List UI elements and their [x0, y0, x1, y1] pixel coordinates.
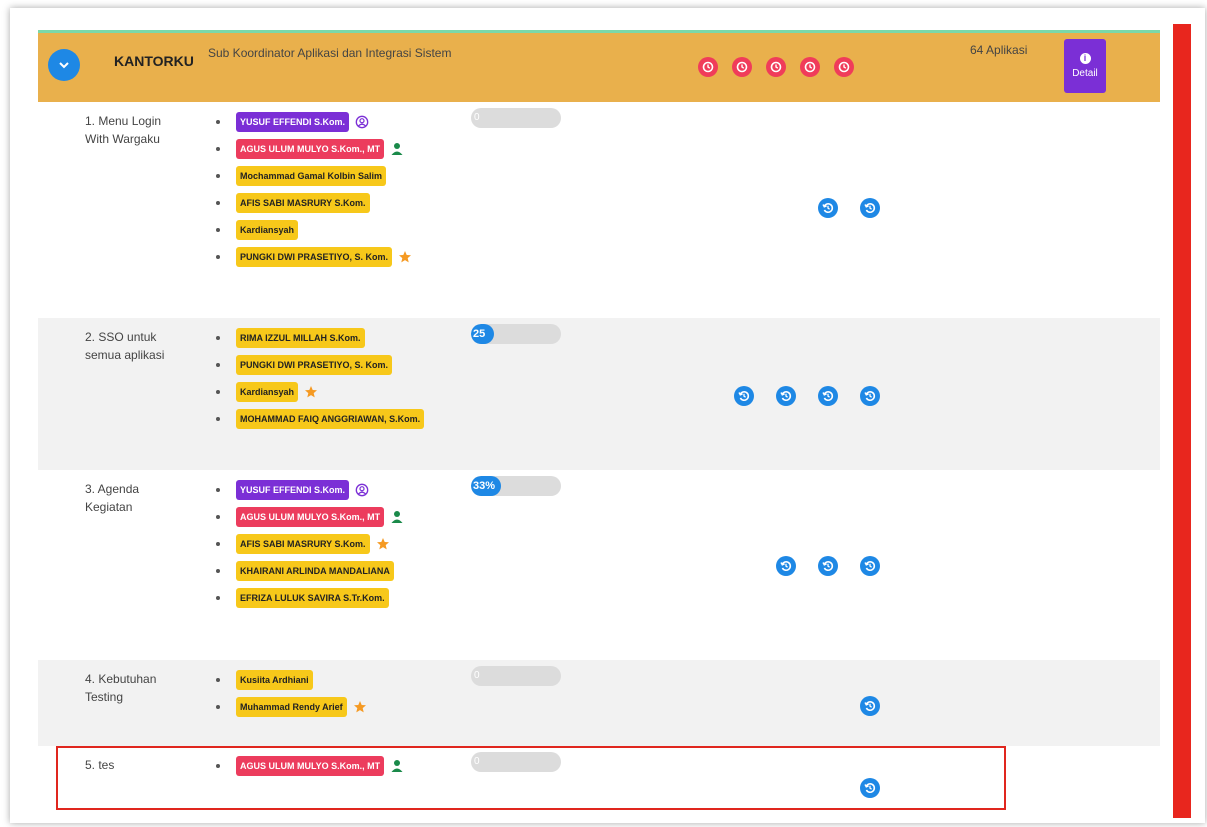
- task-row: 2. SSO untuk semua aplikasi RIMA IZZUL MI…: [38, 318, 1160, 470]
- user-icon: [390, 510, 404, 524]
- history-icon[interactable]: [860, 386, 880, 406]
- clock-icon[interactable]: [834, 57, 854, 77]
- member-tag[interactable]: AFIS SABI MASRURY S.Kom.: [236, 533, 370, 554]
- member-item: Mochammad Gamal Kolbin Salim: [216, 162, 412, 189]
- progress-label: 0: [474, 670, 480, 681]
- member-tag[interactable]: RIMA IZZUL MILLAH S.Kom.: [236, 327, 365, 348]
- star-icon: [304, 385, 318, 399]
- member-item: YUSUF EFFENDI S.Kom.: [216, 108, 412, 135]
- history-icon[interactable]: [776, 556, 796, 576]
- progress-bar: 0: [471, 108, 561, 128]
- user-circle-icon: [355, 115, 369, 129]
- progress-label: 0: [474, 112, 480, 123]
- member-tag[interactable]: EFRIZA LULUK SAVIRA S.Tr.Kom.: [236, 587, 389, 608]
- clock-icon[interactable]: [800, 57, 820, 77]
- member-item: Kardiansyah: [216, 378, 424, 405]
- star-icon: [398, 250, 412, 264]
- history-icon[interactable]: [734, 386, 754, 406]
- member-tag[interactable]: PUNGKI DWI PRASETIYO, S. Kom.: [236, 246, 393, 267]
- progress-fill: 33%: [471, 476, 501, 496]
- clock-icon[interactable]: [698, 57, 718, 77]
- member-tag[interactable]: AFIS SABI MASRURY S.Kom.: [236, 192, 370, 213]
- member-item: AFIS SABI MASRURY S.Kom.: [216, 189, 412, 216]
- member-item: PUNGKI DWI PRASETIYO, S. Kom.: [216, 351, 424, 378]
- member-item: RIMA IZZUL MILLAH S.Kom.: [216, 324, 424, 351]
- member-tag[interactable]: Kardiansyah: [236, 381, 299, 402]
- clock-icon[interactable]: [732, 57, 752, 77]
- member-item: AFIS SABI MASRURY S.Kom.: [216, 530, 404, 557]
- history-icon[interactable]: [776, 386, 796, 406]
- task-row: 1. Menu Login With Wargaku YUSUF EFFENDI …: [38, 102, 1160, 318]
- member-item: KHAIRANI ARLINDA MANDALIANA: [216, 557, 404, 584]
- task-row: 3. Agenda Kegiatan YUSUF EFFENDI S.Kom. AG…: [38, 470, 1160, 660]
- history-icon[interactable]: [860, 556, 880, 576]
- task-name: 4. Kebutuhan Testing: [85, 672, 157, 704]
- side-accent-bar: [1173, 24, 1191, 818]
- member-tag[interactable]: AGUS ULUM MULYO S.Kom., MT: [236, 506, 385, 527]
- member-list: Kusiita Ardhiani Muhammad Rendy Arief: [216, 666, 367, 720]
- member-tag[interactable]: Kusiita Ardhiani: [236, 669, 313, 690]
- unit-code: KANTORKU: [114, 53, 194, 69]
- member-tag[interactable]: YUSUF EFFENDI S.Kom.: [236, 111, 350, 132]
- member-tag[interactable]: PUNGKI DWI PRASETIYO, S. Kom.: [236, 354, 393, 375]
- highlight-box: [56, 746, 1006, 810]
- member-item: AGUS ULUM MULYO S.Kom., MT: [216, 503, 404, 530]
- star-icon: [353, 700, 367, 714]
- history-icon[interactable]: [818, 198, 838, 218]
- task-name: 2. SSO untuk semua aplikasi: [85, 330, 165, 362]
- task-name: 3. Agenda Kegiatan: [85, 482, 140, 514]
- progress-bar: 0: [471, 666, 561, 686]
- clock-icon[interactable]: [766, 57, 786, 77]
- progress-fill: 25: [471, 324, 494, 344]
- history-icons: [860, 696, 880, 716]
- member-item: PUNGKI DWI PRASETIYO, S. Kom.: [216, 243, 412, 270]
- star-icon: [376, 537, 390, 551]
- collapse-button[interactable]: [48, 49, 80, 81]
- progress-bar: 25: [471, 324, 561, 344]
- history-icon[interactable]: [818, 556, 838, 576]
- member-tag[interactable]: YUSUF EFFENDI S.Kom.: [236, 479, 350, 500]
- member-tag[interactable]: Kardiansyah: [236, 219, 299, 240]
- member-item: EFRIZA LULUK SAVIRA S.Tr.Kom.: [216, 584, 404, 611]
- member-tag[interactable]: MOHAMMAD FAIQ ANGGRIAWAN, S.Kom.: [236, 408, 425, 429]
- unit-name: Sub Koordinator Aplikasi dan Integrasi S…: [208, 46, 452, 60]
- unit-header: KANTORKU Sub Koordinator Aplikasi dan In…: [38, 30, 1160, 102]
- member-tag[interactable]: KHAIRANI ARLINDA MANDALIANA: [236, 560, 394, 581]
- member-list: RIMA IZZUL MILLAH S.Kom. PUNGKI DWI PRASE…: [216, 324, 425, 432]
- member-tag[interactable]: Mochammad Gamal Kolbin Salim: [236, 165, 387, 186]
- detail-label: Detail: [1072, 68, 1098, 79]
- history-icon[interactable]: [818, 386, 838, 406]
- chevron-down-icon: [59, 62, 69, 69]
- history-icons: [734, 386, 880, 406]
- task-row: 4. Kebutuhan Testing Kusiita Ardhiani Muha…: [38, 660, 1160, 746]
- history-icons: [818, 198, 880, 218]
- status-icons: [698, 57, 854, 77]
- member-item: AGUS ULUM MULYO S.Kom., MT: [216, 135, 412, 162]
- member-item: MOHAMMAD FAIQ ANGGRIAWAN, S.Kom.: [216, 405, 425, 432]
- member-item: Kusiita Ardhiani: [216, 666, 367, 693]
- member-item: Muhammad Rendy Arief: [216, 693, 367, 720]
- task-name: 1. Menu Login With Wargaku: [85, 114, 162, 146]
- info-icon: i: [1079, 53, 1091, 64]
- member-item: Kardiansyah: [216, 216, 412, 243]
- progress-bar: 33%: [471, 476, 561, 496]
- detail-button[interactable]: i Detail: [1064, 39, 1106, 93]
- member-list: YUSUF EFFENDI S.Kom. AGUS ULUM MULYO S.Ko…: [216, 108, 412, 270]
- member-list: YUSUF EFFENDI S.Kom. AGUS ULUM MULYO S.Ko…: [216, 476, 404, 611]
- app-count: 64 Aplikasi: [970, 43, 1028, 57]
- history-icons: [776, 556, 880, 576]
- user-icon: [390, 142, 404, 156]
- member-tag[interactable]: Muhammad Rendy Arief: [236, 696, 347, 717]
- member-tag[interactable]: AGUS ULUM MULYO S.Kom., MT: [236, 138, 385, 159]
- member-item: YUSUF EFFENDI S.Kom.: [216, 476, 404, 503]
- history-icon[interactable]: [860, 198, 880, 218]
- user-circle-icon: [355, 483, 369, 497]
- history-icon[interactable]: [860, 696, 880, 716]
